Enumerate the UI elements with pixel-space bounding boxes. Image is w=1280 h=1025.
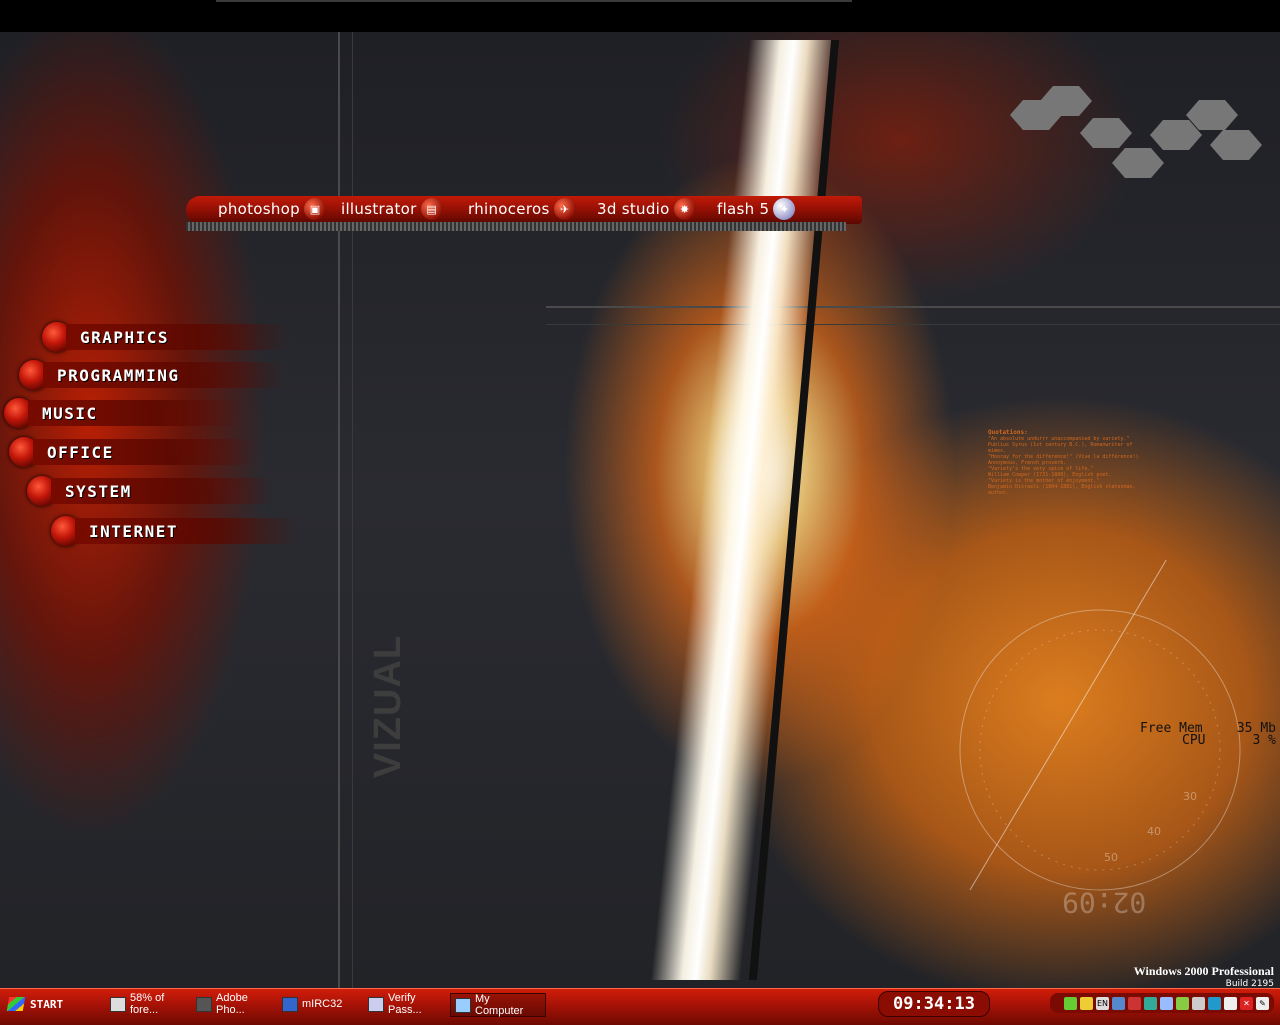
task-mirc[interactable]: mIRC32: [278, 993, 368, 1015]
launcher-flash[interactable]: flash 5 ✦: [717, 198, 796, 220]
illustrator-icon: ▤: [420, 198, 443, 220]
flash-icon: ✦: [773, 198, 796, 220]
quote-line: Benjamin Disraeli (1804-1881), English s…: [988, 484, 1136, 496]
horizontal-divider-thin: [546, 324, 1280, 325]
cpu-label: CPU: [1182, 733, 1206, 748]
launcher-label: flash 5: [717, 200, 770, 218]
dial-number: 40: [1147, 825, 1161, 838]
rhinoceros-icon: ✈: [553, 198, 576, 220]
mirc-icon: [282, 996, 298, 1012]
light-streak: [650, 40, 840, 980]
task-label: mIRC32: [302, 998, 343, 1010]
hexagon-decoration: [1210, 130, 1262, 160]
pen-icon[interactable]: ✎: [1256, 996, 1269, 1010]
launcher-label: 3d studio: [597, 200, 670, 218]
menu-graphics[interactable]: GRAPHICS: [42, 322, 290, 352]
task-label: Verify Pass...: [388, 992, 422, 1016]
hexagon-decoration: [1186, 100, 1238, 130]
menu-bar: GRAPHICS: [66, 324, 290, 350]
top-divider-line: [216, 0, 852, 2]
launcher-label: illustrator: [341, 200, 417, 218]
hexagon-decoration: [1150, 120, 1202, 150]
monitor-icon[interactable]: [1112, 996, 1125, 1010]
connection-icon[interactable]: [1208, 996, 1221, 1010]
os-build: Build 2195: [1225, 979, 1274, 988]
menu-office[interactable]: OFFICE: [9, 437, 257, 467]
launcher-photoshop[interactable]: photoshop ▣: [218, 198, 326, 220]
menu-bar: SYSTEM: [51, 478, 275, 504]
windows-logo-icon: [6, 997, 26, 1011]
menu-music[interactable]: MUSIC: [4, 398, 242, 428]
launcher-illustrator[interactable]: illustrator ▤: [341, 198, 443, 220]
menu-system[interactable]: SYSTEM: [27, 476, 275, 506]
top-black-bar: [0, 0, 1280, 32]
launcher-rhinoceros[interactable]: rhinoceros ✈: [468, 198, 576, 220]
hexagon-decoration: [1080, 118, 1132, 148]
task-label: 58% of fore...: [130, 992, 165, 1016]
os-version-watermark: Windows 2000 Professional Build 2195: [1134, 964, 1274, 988]
quotations-block: Quotations: "An absolute undurrr unaccom…: [988, 430, 1148, 497]
hexagon-decoration: [1112, 148, 1164, 178]
task-adobe-photoshop[interactable]: Adobe Pho...: [192, 992, 282, 1016]
start-label: START: [30, 997, 64, 1011]
menu-bar: MUSIC: [28, 400, 242, 426]
horizontal-divider: [546, 306, 1280, 308]
download-window-icon: [110, 996, 126, 1012]
launcher-3d-studio[interactable]: 3d studio ✸: [597, 198, 696, 220]
menu-label: SYSTEM: [65, 481, 132, 501]
scheduler-icon[interactable]: [1192, 996, 1205, 1010]
network-icon[interactable]: [1064, 996, 1077, 1010]
task-verify-password[interactable]: Verify Pass...: [364, 992, 454, 1016]
printer-icon[interactable]: [1160, 996, 1173, 1010]
messenger-icon[interactable]: [1176, 996, 1189, 1010]
desktop-wallpaper: 30 40 50 02:09 VIZUAL Quotations: "An ab…: [0, 0, 1280, 988]
cpu-row: CPU 3 %: [1140, 733, 1276, 748]
dial-number: 30: [1183, 790, 1197, 803]
os-title: Windows 2000 Professional: [1133, 964, 1274, 978]
taskbar-clock[interactable]: 09:34:13: [878, 991, 990, 1017]
gear-icon[interactable]: [1144, 996, 1157, 1010]
menu-bar: INTERNET: [75, 518, 299, 544]
key-icon: [368, 996, 384, 1012]
menu-label: PROGRAMMING: [57, 365, 180, 385]
task-label: Adobe Pho...: [216, 992, 248, 1016]
system-monitor: Free Mem 35 Mb CPU 3 %: [1140, 722, 1276, 748]
cpu-value: 3 %: [1252, 733, 1276, 748]
menu-programming[interactable]: PROGRAMMING: [19, 360, 287, 390]
dial-number: 50: [1104, 851, 1118, 864]
task-download-window[interactable]: 58% of fore...: [106, 992, 196, 1016]
close-icon[interactable]: ✕: [1240, 996, 1253, 1010]
task-label: My Computer: [475, 993, 524, 1017]
menu-bar: OFFICE: [33, 439, 257, 465]
menu-label: GRAPHICS: [80, 327, 170, 347]
app-launcher-bar-trim: [186, 222, 846, 231]
photoshop-icon: ▣: [304, 198, 326, 220]
menu-internet[interactable]: INTERNET: [51, 516, 299, 546]
menu-label: OFFICE: [47, 442, 114, 462]
3d-studio-icon: ✸: [673, 198, 696, 220]
vizual-logo: VIZUAL: [367, 634, 410, 779]
system-tray: EN ✕ ✎: [1050, 993, 1274, 1013]
dial-time-text: 02:09: [1062, 886, 1147, 919]
launcher-label: rhinoceros: [468, 200, 550, 218]
display-icon[interactable]: [1128, 996, 1141, 1010]
launcher-label: photoshop: [218, 200, 300, 218]
quote-line: Publius Syrus (1st century B.C.), Romanw…: [988, 442, 1133, 454]
menu-label: MUSIC: [42, 403, 98, 423]
volume-icon[interactable]: [1080, 996, 1093, 1010]
my-computer-icon: [455, 997, 471, 1013]
task-my-computer[interactable]: My Computer: [450, 993, 546, 1017]
photoshop-task-icon: [196, 996, 212, 1012]
mail-icon[interactable]: [1224, 996, 1237, 1010]
vertical-divider: [338, 32, 340, 988]
language-indicator[interactable]: EN: [1096, 996, 1109, 1010]
start-button[interactable]: START: [4, 993, 84, 1015]
taskbar: START 58% of fore... Adobe Pho... mIRC32…: [0, 988, 1280, 1025]
menu-bar: PROGRAMMING: [43, 362, 287, 388]
menu-label: INTERNET: [89, 521, 179, 541]
vertical-divider-thin: [352, 32, 353, 988]
